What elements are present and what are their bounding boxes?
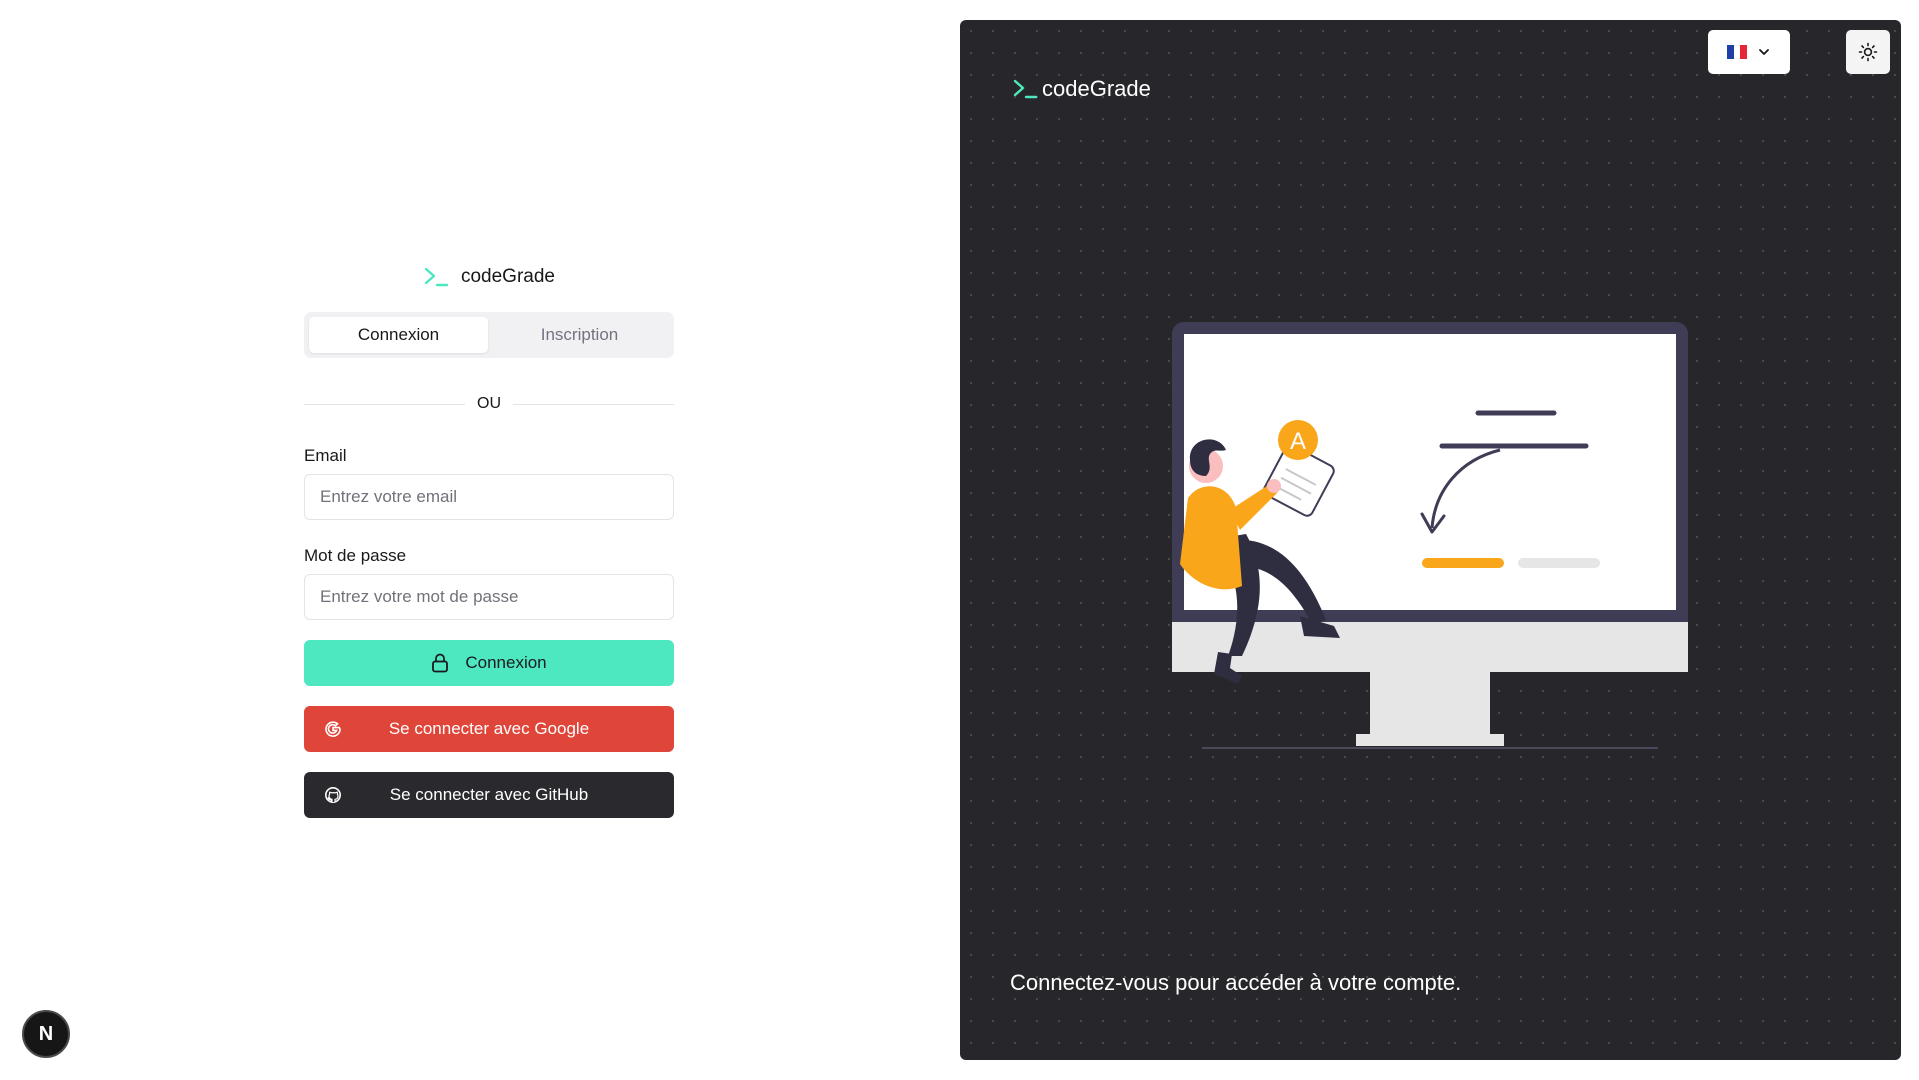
divider-label: OU — [477, 395, 501, 412]
login-button[interactable]: Connexion — [304, 640, 674, 686]
france-flag-icon — [1727, 45, 1748, 59]
google-button-label: Se connecter avec Google — [388, 719, 590, 738]
google-login-button[interactable]: Se connecter avec Google — [304, 706, 674, 752]
email-input[interactable] — [304, 474, 674, 520]
divider-line — [513, 403, 674, 405]
login-page: codeGrade Connexion Inscription OU Email… — [0, 0, 1919, 1080]
or-divider: OU — [304, 392, 674, 416]
auth-tabs: Connexion Inscription — [304, 312, 674, 358]
login-form: codeGrade Connexion Inscription OU Email… — [304, 262, 674, 818]
hero-illustration: A — [1172, 322, 1688, 749]
theme-toggle-button[interactable] — [1846, 30, 1890, 74]
nextjs-badge-letter: N — [38, 1022, 54, 1045]
terminal-prompt-icon — [424, 267, 449, 287]
hero-caption: Connectez-vous pour accéder à votre comp… — [1010, 970, 1462, 995]
hero-panel: codeGrade A Connectez-vous pour accéder … — [960, 20, 1901, 1060]
divider-line — [304, 403, 465, 405]
brand-name: codeGrade — [460, 266, 555, 287]
tab-connexion[interactable]: Connexion — [309, 317, 488, 353]
github-button-label: Se connecter avec GitHub — [389, 785, 589, 804]
chevron-down-icon — [1759, 49, 1769, 55]
hero-brand: codeGrade — [1012, 76, 1151, 102]
hero-brand-name: codeGrade — [1042, 76, 1151, 101]
password-label: Mot de passe — [304, 546, 407, 565]
nextjs-dev-indicator[interactable]: N — [22, 1010, 70, 1058]
password-input[interactable] — [304, 574, 674, 620]
tab-inscription[interactable]: Inscription — [490, 317, 669, 353]
email-label: Email — [304, 446, 347, 465]
github-login-button[interactable]: Se connecter avec GitHub — [304, 772, 674, 818]
terminal-prompt-icon — [1013, 79, 1038, 99]
github-icon — [325, 787, 341, 803]
form-brand: codeGrade — [304, 262, 674, 292]
login-button-label: Connexion — [465, 653, 547, 672]
sun-icon — [1858, 42, 1878, 62]
google-icon — [325, 721, 341, 737]
language-select[interactable] — [1708, 30, 1790, 74]
grade-letter: A — [1290, 428, 1306, 455]
lock-icon — [432, 653, 449, 673]
